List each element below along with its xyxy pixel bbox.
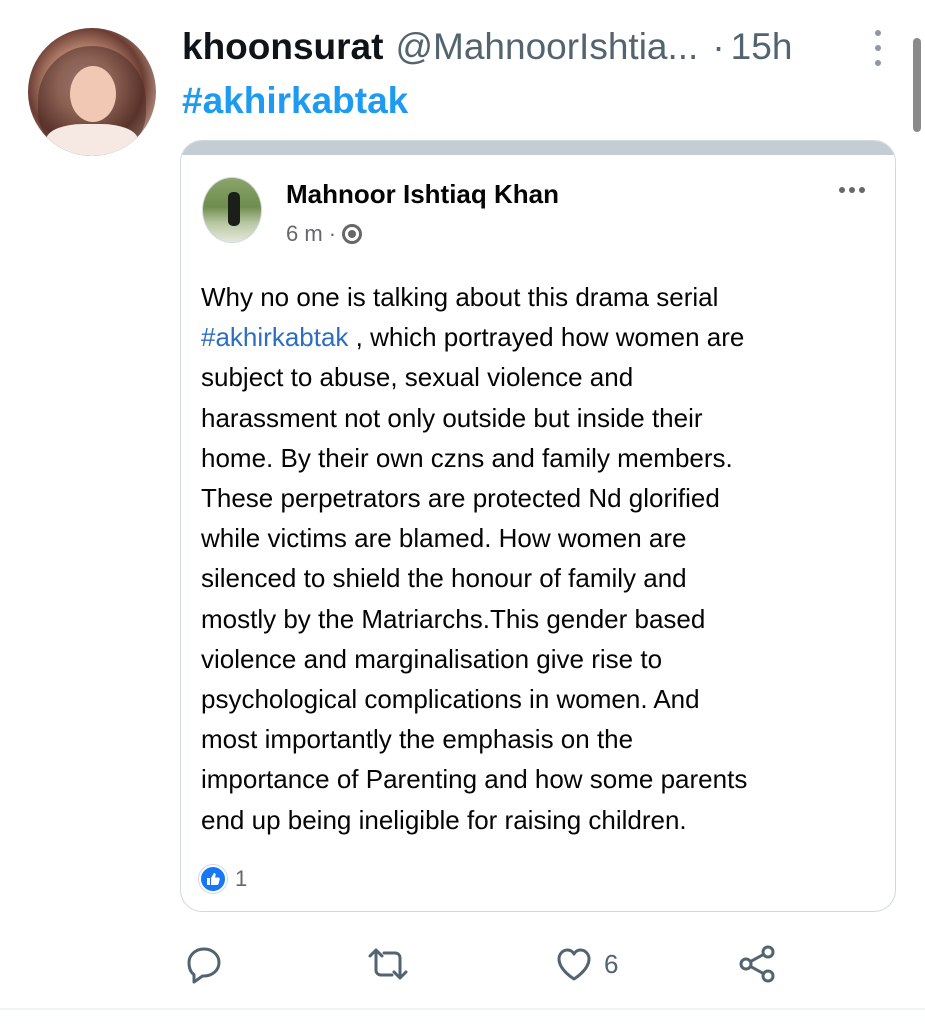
reply-icon <box>187 947 221 984</box>
post-meta-separator: · <box>328 221 337 246</box>
heart-icon <box>557 948 591 981</box>
tweet-hashtag[interactable]: #akhirkabtak <box>182 80 408 122</box>
like-count: 6 <box>604 948 619 979</box>
post-line: Why no one is talking about this drama s… <box>201 282 719 312</box>
embedded-post-image[interactable]: Mahnoor Ishtiaq Khan 6 m · Why no one is… <box>180 140 896 912</box>
share-icon <box>739 945 775 983</box>
post-line: subject to abuse, sexual violence and <box>201 362 634 393</box>
post-reactions: 1 <box>199 865 247 893</box>
like-button[interactable]: 6 <box>554 940 618 988</box>
share-button[interactable] <box>738 940 778 988</box>
divider <box>0 1008 925 1010</box>
tweet-actions: 6 <box>0 940 925 988</box>
reaction-count: 1 <box>235 866 248 891</box>
post-author-name: Mahnoor Ishtiaq Khan <box>286 179 559 209</box>
globe-icon <box>342 224 363 244</box>
post-more-icon <box>839 187 865 193</box>
display-name[interactable]: khoonsurat <box>182 26 383 68</box>
tweet-header: khoonsurat @MahnoorIshtia... · 15h <box>182 26 792 70</box>
like-icon <box>199 865 227 893</box>
scrollbar[interactable] <box>913 38 921 132</box>
post-line: home. By their own czns and family membe… <box>201 442 733 473</box>
post-line: #akhirkabtak , which portrayed how women… <box>201 322 745 353</box>
post-hashtag: #akhirkabtak <box>201 322 349 353</box>
post-body: Why no one is talking about this drama s… <box>201 277 881 840</box>
post-age: 6 m <box>286 221 323 246</box>
user-handle[interactable]: @MahnoorIshtia... <box>395 26 698 68</box>
tweet-time[interactable]: 15h <box>731 26 793 68</box>
post-line: while victims are blamed. How women are <box>201 523 687 554</box>
post-meta: 6 m · <box>286 221 363 247</box>
avatar[interactable] <box>28 28 156 156</box>
retweet-icon <box>368 948 408 980</box>
post-line: psychological complications in women. An… <box>201 684 700 715</box>
post-line: harassment not only outside but inside t… <box>201 402 703 433</box>
card-top-edge <box>181 141 895 155</box>
post-line: mostly by the Matriarchs.This gender bas… <box>201 603 706 634</box>
post-line: silenced to shield the honour of family … <box>201 563 687 594</box>
post-line: end up being ineligible for raising chil… <box>201 804 687 835</box>
separator-dot: · <box>712 26 725 67</box>
more-options-icon[interactable] <box>872 30 884 66</box>
post-line: These perpetrators are protected Nd glor… <box>201 483 720 514</box>
post-author-avatar <box>202 177 262 243</box>
reply-button[interactable] <box>184 940 224 988</box>
post-line: importance of Parenting and how some par… <box>201 764 748 795</box>
post-line: most importantly the emphasis on the <box>201 724 634 755</box>
post-line: violence and marginalisation give rise t… <box>201 643 663 674</box>
retweet-button[interactable] <box>366 940 410 988</box>
